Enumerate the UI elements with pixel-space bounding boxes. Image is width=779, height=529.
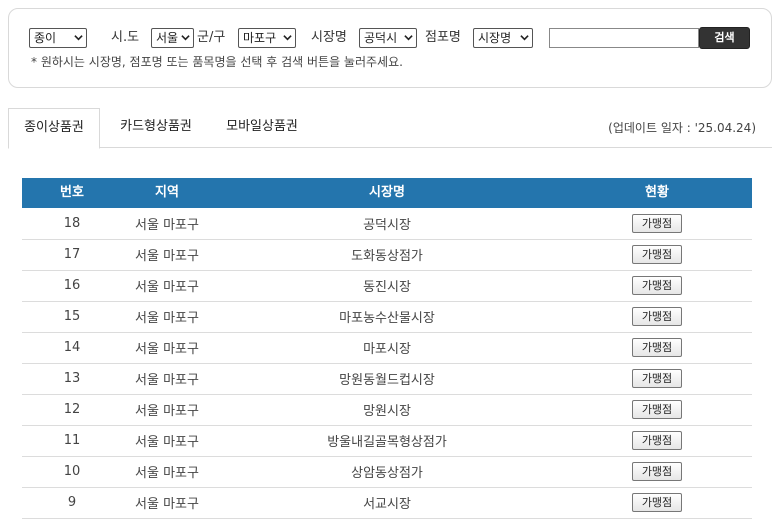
gungu-select[interactable]: 마포구 bbox=[238, 28, 296, 48]
keyword-input[interactable] bbox=[549, 28, 699, 48]
voucher-type-value: 종이 bbox=[34, 31, 57, 45]
row-status: 가맹점 bbox=[562, 332, 752, 364]
sido-value: 서울 bbox=[156, 31, 179, 45]
gungu-value: 마포구 bbox=[243, 31, 277, 45]
chevron-down-icon bbox=[520, 35, 529, 41]
search-hint: * 원하시는 시장명, 점포명 또는 품목명을 선택 후 검색 버튼을 눌러주세… bbox=[31, 55, 403, 69]
row-status: 가맹점 bbox=[562, 456, 752, 488]
row-number: 14 bbox=[22, 332, 122, 364]
sido-select[interactable]: 서울 bbox=[151, 28, 194, 48]
voucher-type-select[interactable]: 종이 bbox=[29, 28, 87, 48]
table-row: 16 서울 마포구 동진시장 가맹점 bbox=[22, 270, 752, 302]
row-status: 가맹점 bbox=[562, 270, 752, 302]
row-status: 가맹점 bbox=[562, 487, 752, 519]
row-status: 가맹점 bbox=[562, 239, 752, 271]
row-region: 서울 마포구 bbox=[122, 270, 212, 302]
store-list-button[interactable]: 가맹점 bbox=[632, 276, 682, 295]
row-market: 공덕시장 bbox=[212, 208, 562, 240]
table-row: 11 서울 마포구 방울내길골목형상점가 가맹점 bbox=[22, 425, 752, 457]
row-market: 도화동상점가 bbox=[212, 239, 562, 271]
row-region: 서울 마포구 bbox=[122, 363, 212, 395]
row-number: 17 bbox=[22, 239, 122, 271]
row-region: 서울 마포구 bbox=[122, 394, 212, 426]
row-region: 서울 마포구 bbox=[122, 332, 212, 364]
store-list-button[interactable]: 가맹점 bbox=[632, 338, 682, 357]
store-value: 시장명 bbox=[478, 31, 512, 45]
row-region: 서울 마포구 bbox=[122, 239, 212, 271]
row-status: 가맹점 bbox=[562, 394, 752, 426]
row-region: 서울 마포구 bbox=[122, 425, 212, 457]
row-number: 13 bbox=[22, 363, 122, 395]
sido-label: 시.도 bbox=[111, 30, 140, 45]
store-list-button[interactable]: 가맹점 bbox=[632, 493, 682, 512]
update-date: (업데이트 일자 : '25.04.24) bbox=[608, 121, 756, 135]
row-market: 방울내길골목형상점가 bbox=[212, 425, 562, 457]
row-number: 15 bbox=[22, 301, 122, 333]
gungu-label: 군/구 bbox=[197, 30, 226, 45]
row-region: 서울 마포구 bbox=[122, 301, 212, 333]
header-region: 지역 bbox=[122, 178, 212, 208]
tab-card-voucher[interactable]: 카드형상품권 bbox=[108, 108, 204, 148]
market-value: 공덕시 bbox=[364, 31, 398, 45]
table-row: 10 서울 마포구 상암동상점가 가맹점 bbox=[22, 456, 752, 488]
row-region: 서울 마포구 bbox=[122, 208, 212, 240]
market-table: 번호 지역 시장명 현황 18 서울 마포구 공덕시장 가맹점 17 서울 마포… bbox=[22, 178, 752, 519]
table-row: 9 서울 마포구 서교시장 가맹점 bbox=[22, 487, 752, 519]
row-number: 16 bbox=[22, 270, 122, 302]
tab-paper-voucher[interactable]: 종이상품권 bbox=[8, 108, 100, 149]
table-header-row: 번호 지역 시장명 현황 bbox=[22, 178, 752, 208]
row-status: 가맹점 bbox=[562, 301, 752, 333]
table-row: 12 서울 마포구 망원시장 가맹점 bbox=[22, 394, 752, 426]
row-region: 서울 마포구 bbox=[122, 456, 212, 488]
store-label: 점포명 bbox=[425, 30, 461, 45]
row-number: 10 bbox=[22, 456, 122, 488]
search-button[interactable]: 검색 bbox=[699, 27, 750, 49]
row-market: 상암동상점가 bbox=[212, 456, 562, 488]
row-status: 가맹점 bbox=[562, 208, 752, 240]
market-select[interactable]: 공덕시 bbox=[359, 28, 417, 48]
chevron-down-icon bbox=[404, 35, 413, 41]
row-number: 9 bbox=[22, 487, 122, 519]
store-list-button[interactable]: 가맹점 bbox=[632, 400, 682, 419]
header-status: 현황 bbox=[562, 178, 752, 208]
store-list-button[interactable]: 가맹점 bbox=[632, 431, 682, 450]
row-market: 망원시장 bbox=[212, 394, 562, 426]
table-row: 18 서울 마포구 공덕시장 가맹점 bbox=[22, 208, 752, 240]
chevron-down-icon bbox=[181, 35, 190, 41]
chevron-down-icon bbox=[74, 35, 83, 41]
table-row: 17 서울 마포구 도화동상점가 가맹점 bbox=[22, 239, 752, 271]
tab-mobile-voucher[interactable]: 모바일상품권 bbox=[214, 108, 310, 148]
store-list-button[interactable]: 가맹점 bbox=[632, 213, 682, 233]
market-label: 시장명 bbox=[311, 30, 347, 45]
row-market: 서교시장 bbox=[212, 487, 562, 519]
chevron-down-icon bbox=[283, 35, 292, 41]
row-status: 가맹점 bbox=[562, 363, 752, 395]
table-row: 15 서울 마포구 마포농수산물시장 가맹점 bbox=[22, 301, 752, 333]
store-list-button[interactable]: 가맹점 bbox=[632, 369, 682, 388]
row-market: 마포시장 bbox=[212, 332, 562, 364]
voucher-tabs: 종이상품권 카드형상품권 모바일상품권 (업데이트 일자 : '25.04.24… bbox=[8, 108, 772, 149]
store-list-button[interactable]: 가맹점 bbox=[632, 245, 682, 264]
table-row: 14 서울 마포구 마포시장 가맹점 bbox=[22, 332, 752, 364]
row-region: 서울 마포구 bbox=[122, 487, 212, 519]
header-number: 번호 bbox=[22, 178, 122, 208]
row-status: 가맹점 bbox=[562, 425, 752, 457]
row-market: 마포농수산물시장 bbox=[212, 301, 562, 333]
search-panel: 종이 시.도 서울 군/구 마포구 시장명 공덕시 점포명 시장명 검색 * 원… bbox=[8, 8, 772, 88]
store-list-button[interactable]: 가맹점 bbox=[632, 462, 682, 481]
row-number: 12 bbox=[22, 394, 122, 426]
table-row: 13 서울 마포구 망원동월드컵시장 가맹점 bbox=[22, 363, 752, 395]
header-market: 시장명 bbox=[212, 178, 562, 208]
row-market: 망원동월드컵시장 bbox=[212, 363, 562, 395]
row-number: 18 bbox=[22, 208, 122, 240]
store-list-button[interactable]: 가맹점 bbox=[632, 307, 682, 326]
store-select[interactable]: 시장명 bbox=[473, 28, 533, 48]
row-number: 11 bbox=[22, 425, 122, 457]
row-market: 동진시장 bbox=[212, 270, 562, 302]
